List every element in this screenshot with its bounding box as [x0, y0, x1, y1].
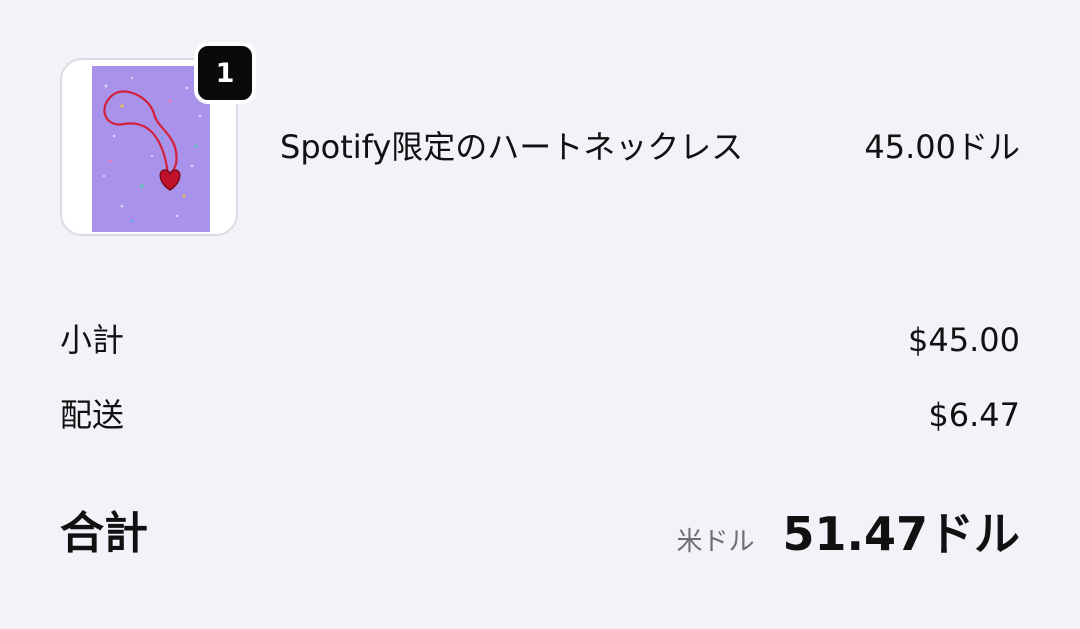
currency-code: 米ドル — [676, 527, 755, 557]
shipping-row: 配送 $6.47 — [60, 393, 1020, 437]
shipping-label: 配送 — [60, 396, 125, 434]
heart-necklace-image — [92, 66, 210, 232]
subtotal-label: 小計 — [60, 321, 125, 359]
subtotal-row: 小計 $45.00 — [60, 318, 1020, 362]
quantity-badge: 1 — [194, 42, 256, 104]
cart-line-item: 1 Spotify限定のハートネックレス 45.00ドル — [0, 0, 1080, 260]
total-value: 51.47ドル — [782, 507, 1020, 561]
total-amount: 米ドル 51.47ドル — [676, 502, 1020, 566]
product-price: 45.00ドル — [864, 128, 1020, 166]
subtotal-value: $45.00 — [908, 321, 1020, 359]
product-name: Spotify限定のハートネックレス — [280, 128, 744, 166]
shipping-value: $6.47 — [928, 396, 1020, 434]
total-label: 合計 — [60, 508, 148, 559]
total-row: 合計 米ドル 51.47ドル — [60, 502, 1020, 566]
